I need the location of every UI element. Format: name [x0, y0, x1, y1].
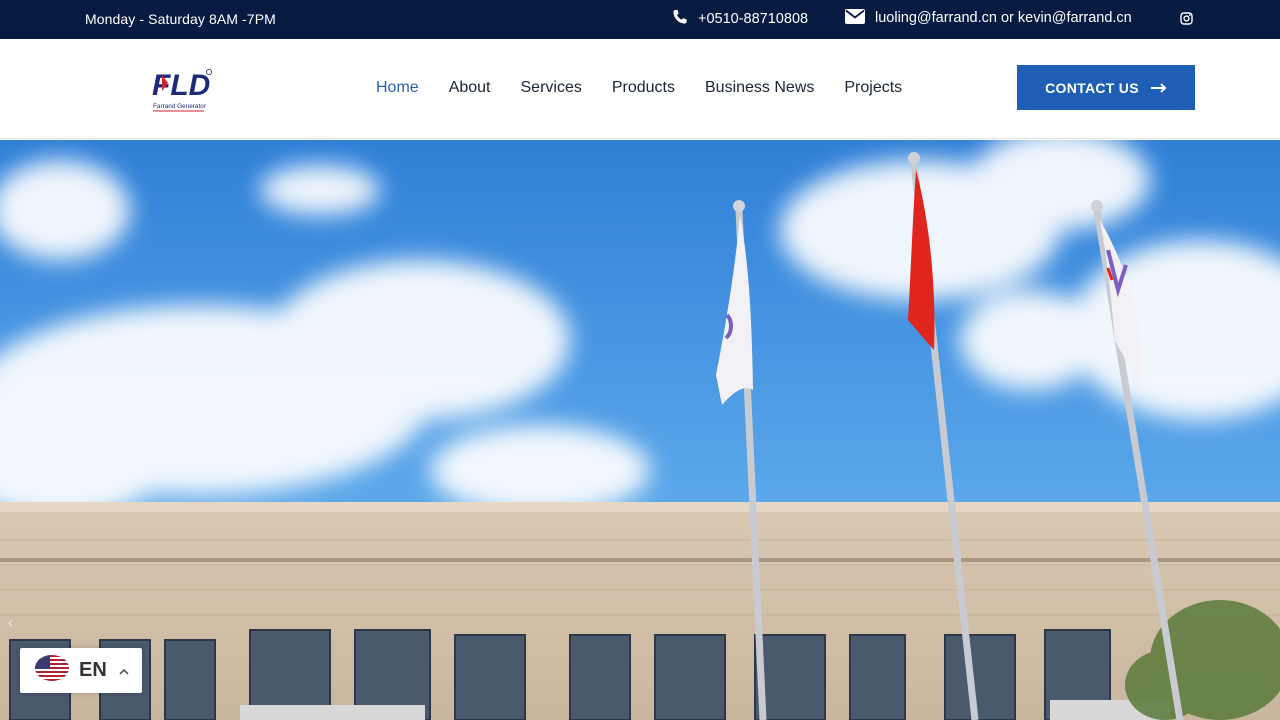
business-hours: Monday - Saturday 8AM -7PM [85, 11, 276, 27]
chevron-up-icon [119, 664, 129, 678]
email-contact[interactable]: luoling@farrand.cn or kevin@farrand.cn [845, 9, 1132, 27]
arrow-right-icon [1150, 80, 1167, 96]
us-flag-icon [35, 655, 69, 686]
hero-slider-image [0, 140, 1280, 720]
top-info-bar: Monday - Saturday 8AM -7PM +0510-8871080… [0, 0, 1280, 39]
site-header: FLD Farrand Generator Home About Service… [0, 39, 1280, 139]
nav-products[interactable]: Products [612, 79, 675, 97]
language-code: EN [79, 659, 107, 681]
svg-text:FLD: FLD [152, 69, 210, 102]
slider-prev-arrow[interactable]: ‹ [8, 614, 13, 630]
envelope-icon [845, 9, 865, 27]
nav-business-news[interactable]: Business News [705, 79, 814, 97]
phone-icon [672, 9, 688, 28]
instagram-icon[interactable] [1180, 12, 1193, 28]
nav-about[interactable]: About [449, 79, 491, 97]
language-switcher[interactable]: EN [20, 648, 142, 693]
contact-us-button[interactable]: CONTACT US [1017, 65, 1195, 110]
phone-contact[interactable]: +0510-88710808 [672, 9, 808, 28]
main-navigation: Home About Services Products Business Ne… [376, 79, 932, 97]
nav-projects[interactable]: Projects [844, 79, 902, 97]
email-address: luoling@farrand.cn or kevin@farrand.cn [875, 10, 1132, 26]
contact-us-label: CONTACT US [1045, 79, 1139, 96]
nav-services[interactable]: Services [521, 79, 582, 97]
fld-logo[interactable]: FLD Farrand Generator [152, 67, 214, 113]
phone-number: +0510-88710808 [698, 10, 809, 27]
nav-home[interactable]: Home [376, 79, 419, 97]
svg-text:Farrand Generator: Farrand Generator [153, 103, 207, 110]
